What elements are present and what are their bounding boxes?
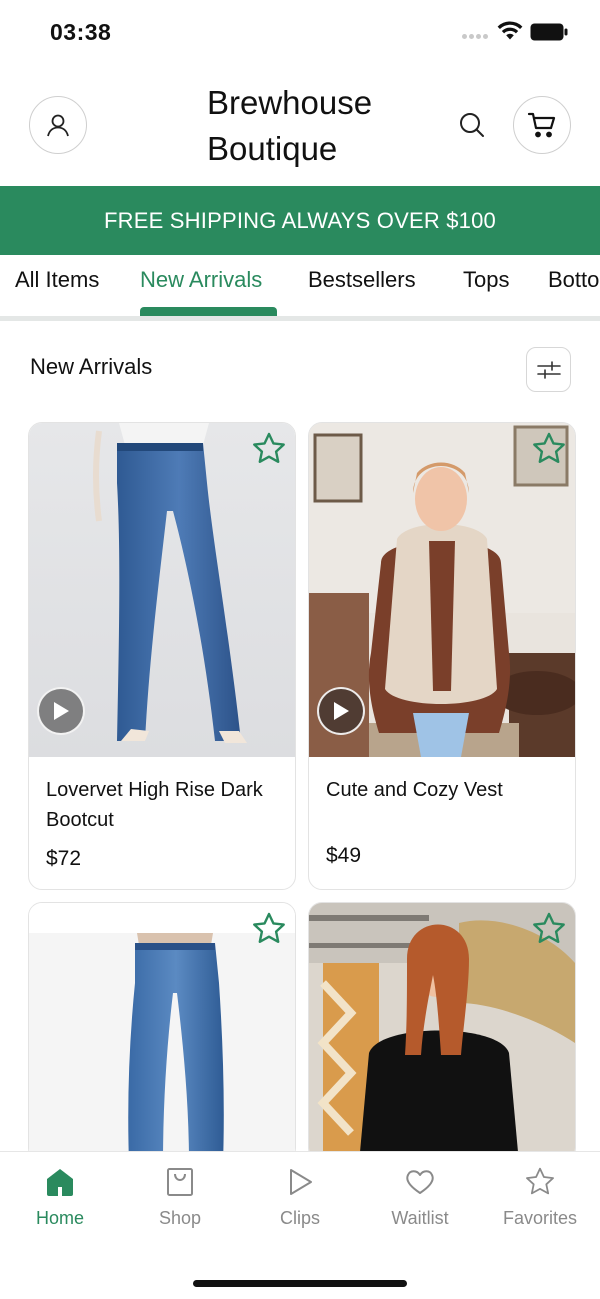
product-image-jeans-bootcut[interactable] <box>29 423 295 757</box>
heart-icon <box>406 1170 434 1194</box>
play-video-button[interactable] <box>37 687 85 735</box>
nav-home-label: Home <box>35 1208 84 1228</box>
tabs-divider <box>0 316 600 321</box>
product-name[interactable]: Lovervet High Rise Dark Bootcut <box>46 775 286 835</box>
filter-button[interactable] <box>526 347 571 392</box>
star-outline-icon[interactable] <box>251 431 287 467</box>
product-card[interactable] <box>308 902 576 1162</box>
battery-icon <box>530 23 568 41</box>
search-icon <box>460 113 484 137</box>
product-name[interactable]: Cute and Cozy Vest <box>326 775 566 805</box>
brand-title-line2: Boutique <box>207 130 338 167</box>
play-icon <box>290 1169 312 1195</box>
account-button[interactable] <box>29 96 87 154</box>
tab-all-items[interactable]: All Items <box>15 267 99 293</box>
nav-favorites[interactable]: Favorites <box>485 1166 595 1229</box>
star-outline-icon[interactable] <box>531 911 567 947</box>
nav-shop[interactable]: Shop <box>125 1166 235 1229</box>
nav-favorites-label: Favorites <box>502 1208 578 1228</box>
home-icon <box>47 1169 73 1196</box>
section-title: New Arrivals <box>30 354 153 379</box>
brand-title: Brewhouse Boutique <box>207 80 427 172</box>
nav-home[interactable]: Home <box>5 1166 115 1229</box>
tab-bottoms[interactable]: Botto <box>548 267 599 293</box>
star-outline-icon[interactable] <box>251 911 287 947</box>
nav-clips[interactable]: Clips <box>245 1166 355 1229</box>
nav-clips-label: Clips <box>279 1208 320 1228</box>
product-card[interactable] <box>28 902 296 1162</box>
product-image-black-top[interactable] <box>309 903 575 1161</box>
product-price: $49 <box>326 844 362 867</box>
status-time: 03:38 <box>50 19 112 45</box>
play-icon <box>54 702 69 720</box>
tab-tops[interactable]: Tops <box>463 267 509 293</box>
bottom-nav: Home Shop Clips Waitlist Favorites <box>0 1151 600 1299</box>
nav-waitlist[interactable]: Waitlist <box>365 1166 475 1229</box>
brand-title-line1: Brewhouse <box>207 84 373 121</box>
play-icon <box>334 702 349 720</box>
nav-shop-label: Shop <box>158 1208 202 1228</box>
shopping-bag-icon <box>167 1168 193 1196</box>
tab-bestsellers[interactable]: Bestsellers <box>308 267 416 293</box>
app-header: Brewhouse Boutique <box>0 66 600 186</box>
star-icon <box>526 1167 554 1195</box>
account-icon <box>47 114 69 137</box>
wifi-icon <box>497 21 523 40</box>
product-image-vest[interactable] <box>309 423 575 757</box>
product-price: $72 <box>46 847 82 870</box>
home-indicator <box>193 1280 407 1287</box>
tab-new-arrivals[interactable]: New Arrivals <box>140 267 262 293</box>
play-video-button[interactable] <box>317 687 365 735</box>
star-outline-icon[interactable] <box>531 431 567 467</box>
cart-button[interactable] <box>513 96 571 154</box>
status-bar: 03:38 <box>0 0 600 66</box>
search-button[interactable] <box>455 108 489 142</box>
nav-waitlist-label: Waitlist <box>391 1208 449 1228</box>
product-card[interactable]: Cute and Cozy Vest $49 <box>308 422 576 890</box>
product-card[interactable]: Lovervet High Rise Dark Bootcut $72 <box>28 422 296 890</box>
free-shipping-banner[interactable]: FREE SHIPPING ALWAYS OVER $100 <box>0 186 600 255</box>
product-image-straight-jeans[interactable] <box>29 903 295 1161</box>
category-tabs: All Items New Arrivals Bestsellers Tops … <box>0 255 600 317</box>
cart-icon <box>527 112 556 138</box>
sliders-icon <box>536 360 561 379</box>
signal-icon <box>462 34 492 40</box>
